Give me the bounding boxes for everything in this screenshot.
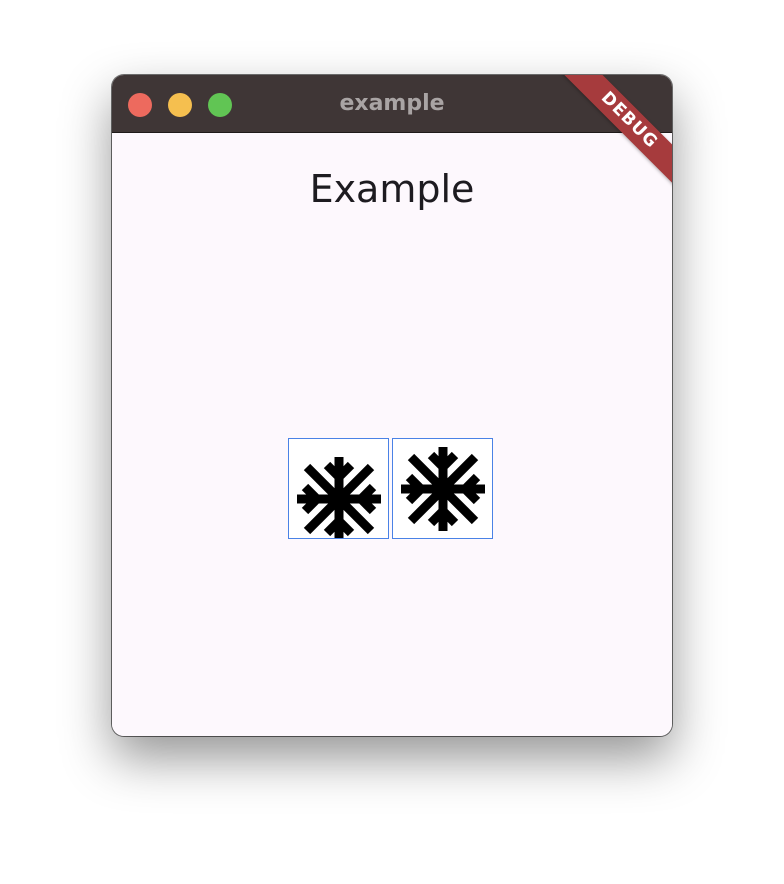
page-title: Example bbox=[309, 167, 475, 211]
app-window: example Example DEBUG bbox=[112, 75, 672, 736]
app-content: Example bbox=[112, 133, 672, 736]
icon-container-right bbox=[392, 438, 493, 539]
snowflake-icon bbox=[297, 457, 381, 538]
icon-container-left bbox=[288, 438, 389, 539]
snowflake-icon bbox=[401, 447, 485, 531]
